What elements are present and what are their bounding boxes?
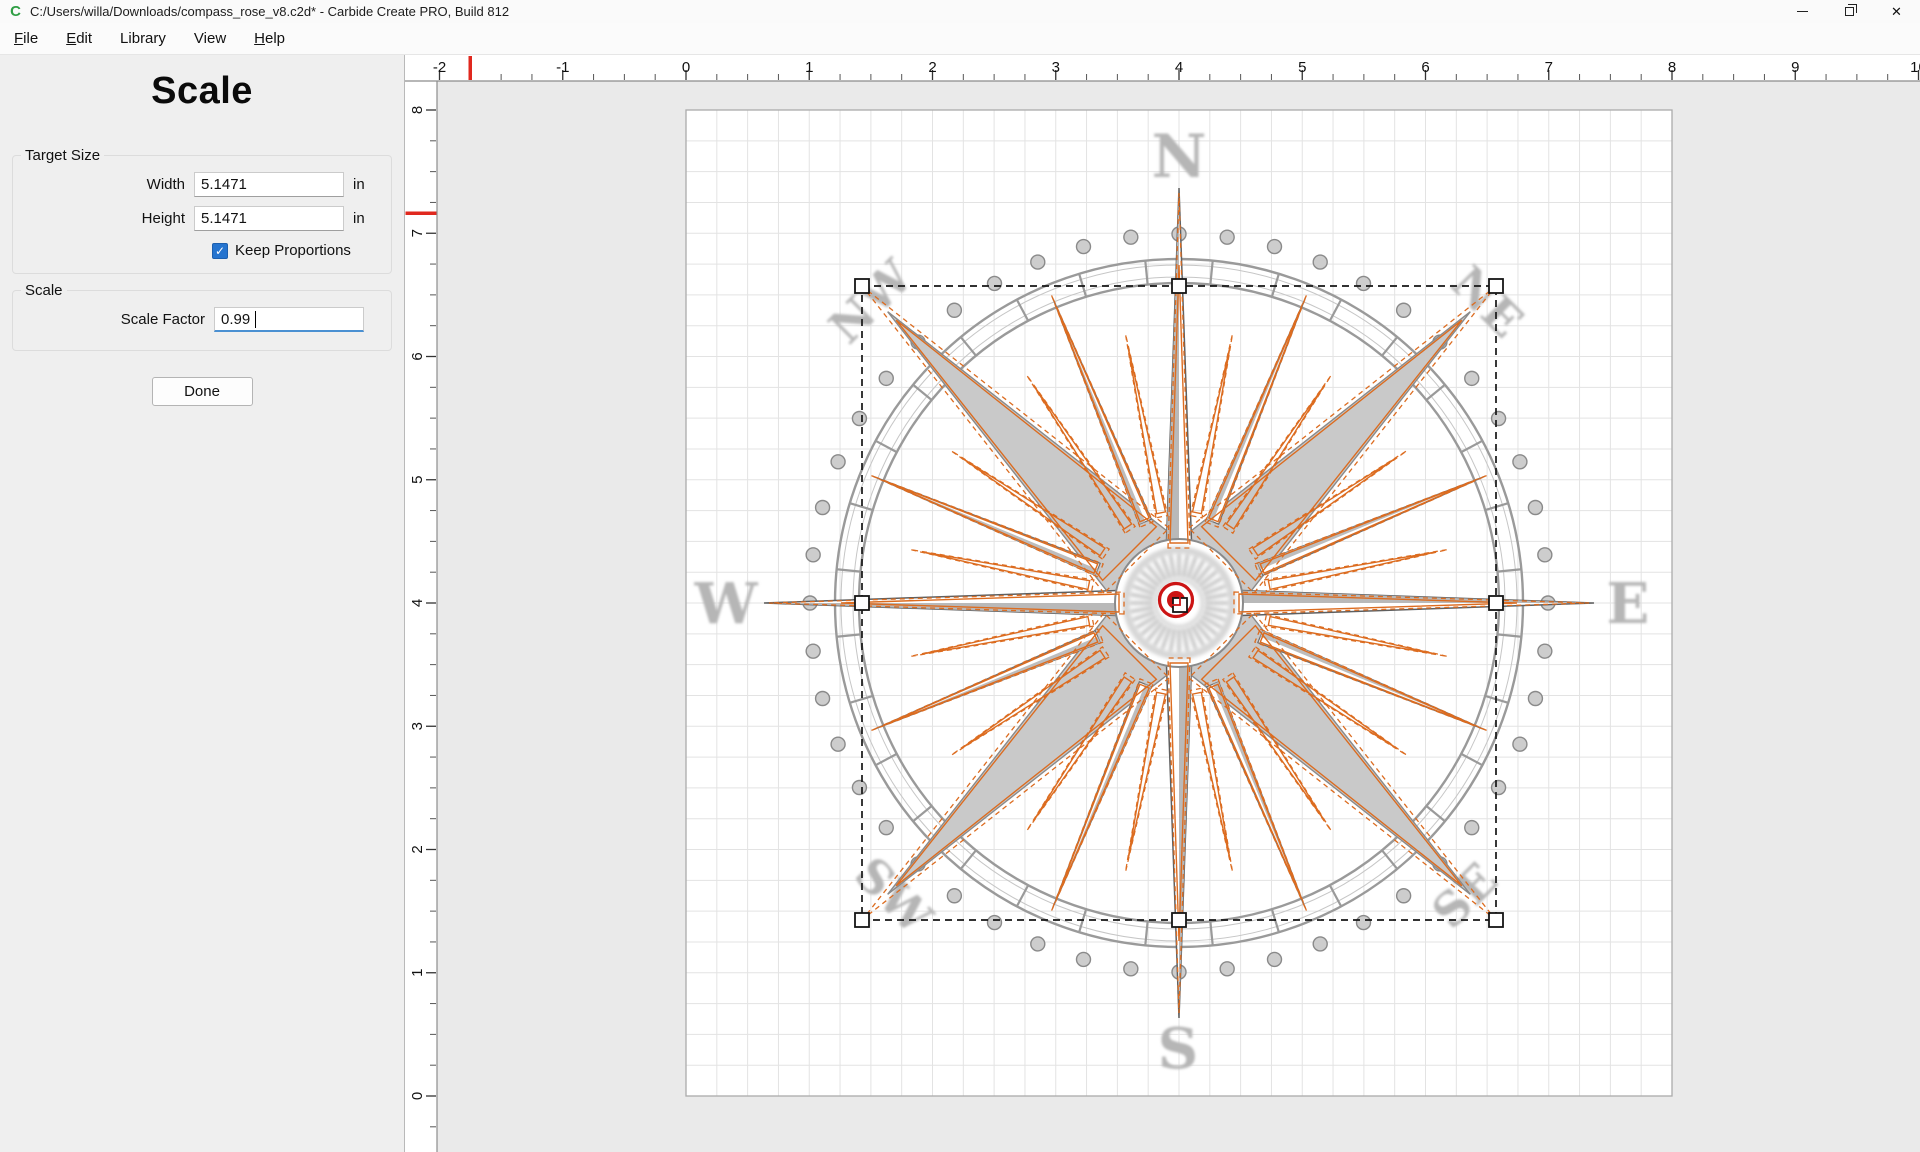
svg-text:10: 10	[1910, 59, 1920, 76]
svg-text:4: 4	[1175, 59, 1183, 76]
keep-proportions-label: Keep Proportions	[235, 242, 351, 259]
scale-factor-row: Scale Factor	[21, 307, 383, 332]
svg-text:7: 7	[1545, 59, 1553, 76]
selection-handle[interactable]	[1489, 596, 1503, 610]
selection-handle[interactable]	[855, 279, 869, 293]
svg-text:6: 6	[1421, 59, 1429, 76]
svg-text:7: 7	[409, 229, 426, 237]
restore-icon	[1845, 7, 1854, 16]
scale-group: Scale Scale Factor	[12, 290, 392, 351]
width-label: Width	[21, 176, 194, 193]
selection-handle[interactable]	[855, 596, 869, 610]
selection-handle[interactable]	[855, 913, 869, 927]
restore-button[interactable]	[1826, 0, 1873, 23]
titlebar: C C:/Users/willa/Downloads/compass_rose_…	[0, 0, 1920, 23]
height-row: Height in	[21, 206, 383, 231]
selection-handle[interactable]	[1489, 913, 1503, 927]
panel-title: Scale	[12, 70, 392, 113]
width-unit: in	[353, 176, 365, 193]
svg-text:2: 2	[409, 845, 426, 853]
height-unit: in	[353, 210, 365, 227]
menu-item-help[interactable]: Help	[240, 25, 299, 52]
design-canvas[interactable]: NESWNESESWNW-2-1012345678910876543210	[405, 55, 1920, 1152]
target-size-group-label: Target Size	[21, 147, 104, 164]
close-button[interactable]: ✕	[1873, 0, 1920, 23]
scale-factor-input[interactable]	[214, 307, 364, 332]
svg-text:3: 3	[1052, 59, 1060, 76]
keep-proportions-checkbox[interactable]: ✓	[212, 243, 228, 259]
menu-item-library[interactable]: Library	[106, 25, 180, 52]
scale-panel: Scale Target Size Width in Height in ✓ K…	[0, 55, 405, 1152]
selection-handle[interactable]	[1172, 913, 1186, 927]
svg-text:4: 4	[409, 599, 426, 607]
svg-text:5: 5	[409, 476, 426, 484]
svg-text:1: 1	[409, 969, 426, 977]
keep-proportions-row: ✓ Keep Proportions	[21, 242, 383, 259]
selection-handle[interactable]	[1489, 279, 1503, 293]
window-controls: ✕	[1779, 0, 1920, 23]
window-title: C:/Users/willa/Downloads/compass_rose_v8…	[30, 4, 509, 19]
svg-text:1: 1	[805, 59, 813, 76]
svg-text:9: 9	[1791, 59, 1799, 76]
minimize-icon	[1797, 11, 1808, 12]
menu-item-edit[interactable]: Edit	[52, 25, 106, 52]
svg-text:8: 8	[409, 106, 426, 114]
svg-text:5: 5	[1298, 59, 1306, 76]
scale-group-label: Scale	[21, 282, 67, 299]
width-row: Width in	[21, 172, 383, 197]
done-button[interactable]: Done	[152, 377, 253, 406]
width-input[interactable]	[194, 172, 344, 197]
menu-item-file[interactable]: File	[0, 25, 52, 52]
height-label: Height	[21, 210, 194, 227]
svg-text:0: 0	[682, 59, 690, 76]
svg-text:W: W	[694, 571, 759, 637]
close-icon: ✕	[1891, 5, 1902, 18]
svg-text:-1: -1	[556, 59, 569, 76]
height-input[interactable]	[194, 206, 344, 231]
svg-text:0: 0	[409, 1092, 426, 1100]
svg-text:-2: -2	[433, 59, 446, 76]
minimize-button[interactable]	[1779, 0, 1826, 23]
selection-handle[interactable]	[1172, 279, 1186, 293]
menu-item-view[interactable]: View	[180, 25, 240, 52]
svg-text:N: N	[1152, 122, 1207, 192]
svg-text:E: E	[1607, 571, 1650, 637]
scale-factor-label: Scale Factor	[21, 311, 214, 328]
svg-text:2: 2	[928, 59, 936, 76]
svg-text:8: 8	[1668, 59, 1676, 76]
svg-text:6: 6	[409, 352, 426, 360]
svg-text:3: 3	[409, 722, 426, 730]
target-size-group: Target Size Width in Height in ✓ Keep Pr…	[12, 155, 392, 274]
menubar: FileEditLibraryViewHelp	[0, 23, 1920, 55]
svg-text:S: S	[1158, 1016, 1198, 1082]
app-logo-icon: C	[8, 4, 23, 19]
text-caret	[255, 311, 256, 328]
